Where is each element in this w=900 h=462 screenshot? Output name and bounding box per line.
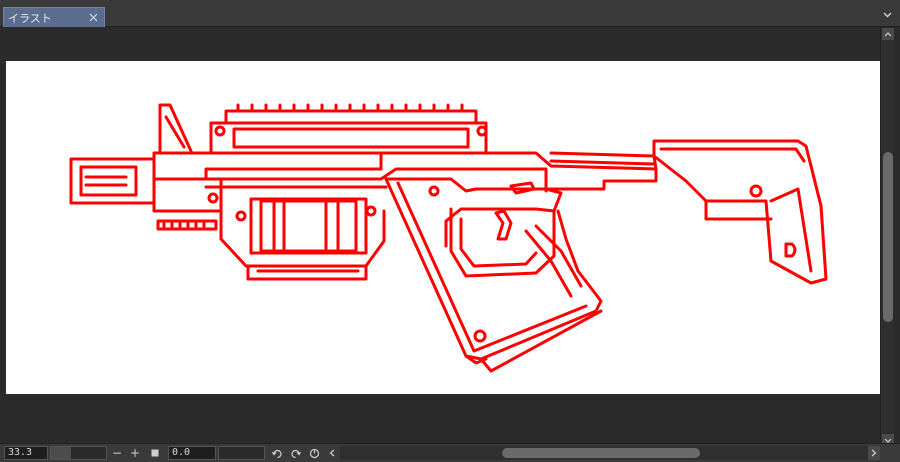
rotation-angle-input[interactable]: 0.0 (168, 446, 216, 460)
rotate-left-icon[interactable] (270, 446, 284, 460)
vertical-scroll-thumb[interactable] (883, 152, 893, 322)
canvas-paper[interactable] (6, 61, 881, 394)
document-tab-label: イラスト (8, 11, 52, 25)
document-tab-bar: イラスト (0, 0, 900, 27)
zoom-out-button[interactable]: − (110, 446, 124, 460)
illustration-window: イラスト 33.3 − + 0.0 (0, 0, 900, 462)
canvas-viewport[interactable] (0, 28, 881, 442)
zoom-input[interactable]: 33.3 (4, 446, 48, 460)
horizontal-scrollbar[interactable] (340, 446, 868, 460)
horizontal-scroll-thumb[interactable] (502, 448, 700, 458)
rotate-right-icon[interactable] (288, 446, 302, 460)
reset-rotation-icon[interactable] (307, 446, 321, 460)
vertical-scrollbar[interactable] (880, 28, 894, 446)
zoom-in-button[interactable]: + (128, 446, 142, 460)
zoom-slider[interactable] (50, 446, 107, 460)
square-icon[interactable] (148, 446, 162, 460)
canvas-status-bar: 33.3 − + 0.0 (0, 443, 900, 462)
chevron-down-icon[interactable] (880, 8, 894, 22)
close-icon[interactable] (86, 11, 100, 25)
chevron-up-icon[interactable] (882, 28, 894, 40)
chevron-right-icon[interactable] (868, 446, 880, 460)
chevron-left-icon[interactable] (325, 446, 339, 460)
document-tab[interactable]: イラスト (3, 7, 105, 27)
rotation-slider[interactable] (218, 446, 265, 460)
line-art-drawing (69, 103, 828, 373)
